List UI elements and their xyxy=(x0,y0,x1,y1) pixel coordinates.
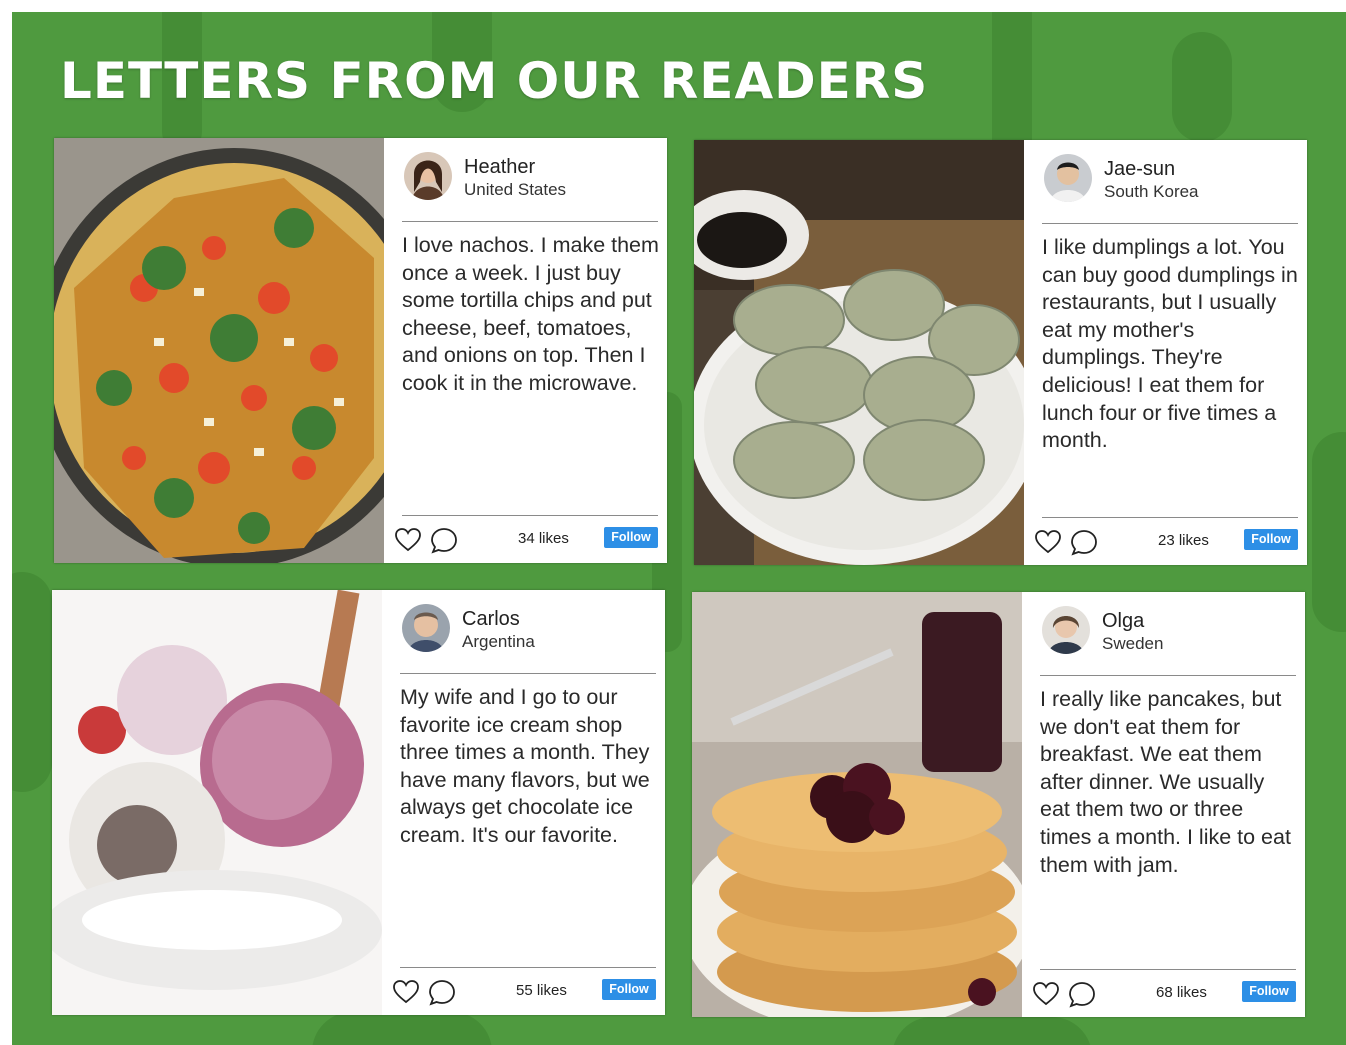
speech-bubble-icon[interactable] xyxy=(428,978,456,1006)
divider xyxy=(1042,223,1298,224)
like-count: 23 likes xyxy=(1158,532,1209,549)
speech-bubble-icon[interactable] xyxy=(1070,528,1098,556)
post-text: I really like pancakes, but we don't eat… xyxy=(1040,687,1291,877)
magazine-page: LETTERS FROM OUR READERS Heather United … xyxy=(12,12,1346,1045)
divider xyxy=(1040,969,1296,970)
heart-icon[interactable] xyxy=(1034,528,1062,556)
avatar[interactable] xyxy=(1042,606,1090,654)
author-country: United States xyxy=(464,180,567,199)
avatar[interactable] xyxy=(404,152,452,200)
post-panel: Heather United States I love nachos. I m… xyxy=(384,138,667,563)
heart-icon[interactable] xyxy=(394,526,422,554)
post-panel: Olga Sweden I really like pancakes, but … xyxy=(1022,592,1305,1017)
author-name[interactable]: Jae-sun xyxy=(1104,158,1175,181)
speech-bubble-icon[interactable] xyxy=(1068,980,1096,1008)
post-card-jae-sun: Jae-sun South Korea I like dumplings a l… xyxy=(694,140,1307,565)
heart-icon[interactable] xyxy=(392,978,420,1006)
avatar[interactable] xyxy=(402,604,450,652)
follow-button[interactable]: Follow xyxy=(602,979,656,1000)
post-card-carlos: Carlos Argentina My wife and I go to our… xyxy=(52,590,665,1015)
follow-button[interactable]: Follow xyxy=(1242,981,1296,1002)
background-pattern xyxy=(12,572,52,792)
nachos-photo xyxy=(54,138,384,563)
divider xyxy=(1040,675,1296,676)
background-pattern xyxy=(892,1017,1092,1045)
divider xyxy=(400,673,656,674)
avatar[interactable] xyxy=(1044,154,1092,202)
post-text: My wife and I go to our favorite ice cre… xyxy=(400,685,650,847)
author-name[interactable]: Heather xyxy=(464,156,535,179)
page-title: LETTERS FROM OUR READERS xyxy=(60,52,929,110)
like-count: 34 likes xyxy=(518,530,569,547)
post-panel: Carlos Argentina My wife and I go to our… xyxy=(382,590,665,1015)
author-country: Sweden xyxy=(1102,634,1164,653)
post-card-olga: Olga Sweden I really like pancakes, but … xyxy=(692,592,1305,1017)
pancakes-photo xyxy=(692,592,1022,1017)
background-pattern xyxy=(312,1012,492,1045)
post-card-heather: Heather United States I love nachos. I m… xyxy=(54,138,667,563)
background-pattern xyxy=(1312,432,1346,632)
heart-icon[interactable] xyxy=(1032,980,1060,1008)
divider xyxy=(402,515,658,516)
author-country: Argentina xyxy=(462,632,535,651)
author-name[interactable]: Carlos xyxy=(462,608,520,631)
divider xyxy=(1042,517,1298,518)
post-text: I love nachos. I make them once a week. … xyxy=(402,233,659,395)
background-pattern xyxy=(1172,32,1232,142)
post-text: I like dumplings a lot. You can buy good… xyxy=(1042,235,1298,453)
speech-bubble-icon[interactable] xyxy=(430,526,458,554)
author-name[interactable]: Olga xyxy=(1102,610,1144,633)
post-panel: Jae-sun South Korea I like dumplings a l… xyxy=(1024,140,1307,565)
author-country: South Korea xyxy=(1104,182,1199,201)
dumplings-photo xyxy=(694,140,1024,565)
follow-button[interactable]: Follow xyxy=(1244,529,1298,550)
follow-button[interactable]: Follow xyxy=(604,527,658,548)
divider xyxy=(402,221,658,222)
divider xyxy=(400,967,656,968)
like-count: 55 likes xyxy=(516,982,567,999)
ice-cream-photo xyxy=(52,590,382,1015)
like-count: 68 likes xyxy=(1156,984,1207,1001)
